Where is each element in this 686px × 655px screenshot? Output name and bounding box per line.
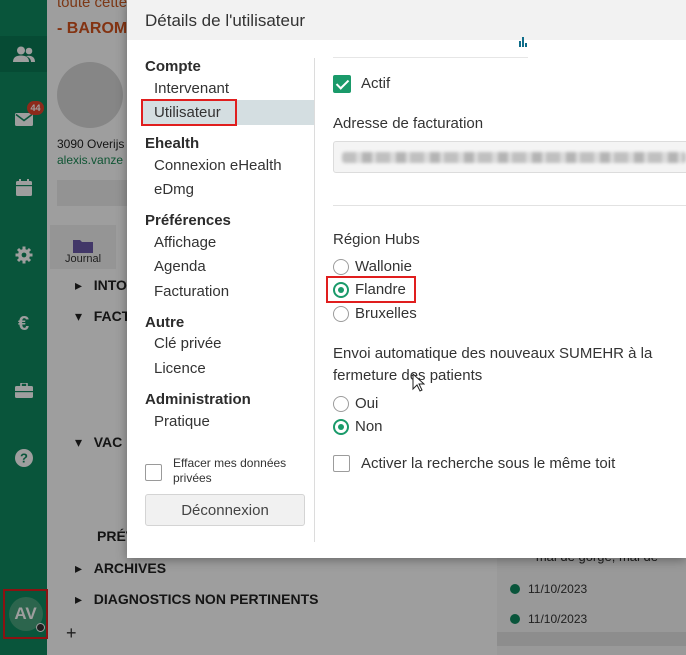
menu-item-facturation[interactable]: Facturation [154, 283, 229, 300]
selection-highlight [141, 99, 237, 126]
menu-item-licence[interactable]: Licence [154, 360, 206, 377]
menu-item-pratique[interactable]: Pratique [154, 413, 210, 430]
menu-section-administration: Administration [145, 391, 251, 408]
radio-oui-label: Oui [355, 395, 379, 412]
menu-item-edmg[interactable]: eDmg [154, 181, 194, 198]
menu-item-agenda[interactable]: Agenda [154, 258, 206, 275]
menu-section-ehealth: Ehealth [145, 135, 200, 152]
menu-item-connexion-ehealth[interactable]: Connexion eHealth [154, 157, 282, 174]
dialog-header: Détails de l'utilisateur [127, 0, 686, 40]
menu-section-preferences: Préférences [145, 212, 231, 229]
menu-item-affichage[interactable]: Affichage [154, 234, 216, 251]
logout-button[interactable]: Déconnexion [145, 494, 305, 526]
menu-item-intervenant[interactable]: Intervenant [154, 80, 229, 97]
chart-bars-icon [519, 37, 527, 47]
sumehr-title-line2: fermeture des patients [333, 367, 483, 384]
radio-bruxelles[interactable] [333, 306, 349, 322]
flandre-highlight [326, 276, 416, 303]
radio-oui[interactable] [333, 396, 349, 412]
region-title: Région Hubs [333, 231, 420, 248]
same-roof-checkbox[interactable] [333, 455, 350, 472]
clear-data-checkbox[interactable] [145, 464, 162, 481]
menu-divider [314, 58, 315, 542]
menu-section-autre: Autre [145, 314, 185, 331]
radio-wallonie-label: Wallonie [355, 258, 412, 275]
clear-data-label: Effacer mes données privées [173, 456, 287, 485]
sumehr-title-line1: Envoi automatique des nouveaux SUMEHR à … [333, 345, 653, 362]
top-divider [333, 57, 528, 58]
radio-non-label: Non [355, 418, 383, 435]
radio-non[interactable] [333, 419, 349, 435]
radio-wallonie[interactable] [333, 259, 349, 275]
same-roof-label: Activer la recherche sous le même toit [361, 455, 616, 472]
user-details-dialog: Détails de l'utilisateur Compte Interven… [127, 0, 686, 558]
active-checkbox[interactable] [333, 75, 351, 93]
menu-item-cle-privee[interactable]: Clé privée [154, 335, 222, 352]
billing-address-label: Adresse de facturation [333, 115, 484, 132]
active-label: Actif [361, 75, 391, 92]
section-divider [333, 205, 686, 206]
dialog-title: Détails de l'utilisateur [145, 11, 306, 30]
blurred-address-value [342, 152, 686, 163]
mouse-cursor-icon [412, 373, 425, 392]
billing-address-input[interactable] [333, 141, 686, 173]
menu-section-compte: Compte [145, 58, 201, 75]
clear-data-option: Effacer mes données privées [145, 456, 293, 486]
radio-bruxelles-label: Bruxelles [355, 305, 417, 322]
